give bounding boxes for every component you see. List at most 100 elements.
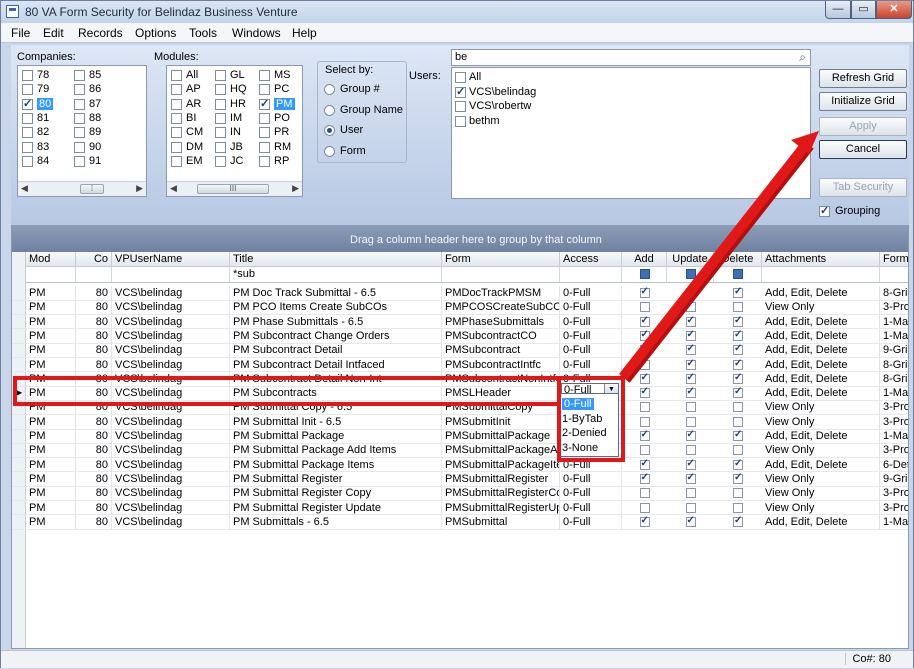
module-checkbox[interactable] bbox=[215, 112, 226, 124]
companies-scrollbar[interactable]: ◀ ⁞ ▶ bbox=[18, 181, 146, 196]
user-checkbox[interactable] bbox=[455, 115, 466, 127]
company-checkbox[interactable] bbox=[22, 155, 33, 167]
cell-mod[interactable]: PM bbox=[26, 328, 76, 343]
menu-options[interactable]: Options bbox=[135, 26, 176, 40]
filter-checkbox-update[interactable] bbox=[685, 269, 696, 279]
filter-cell-title[interactable]: *sub bbox=[230, 267, 442, 283]
column-header-user[interactable]: VPUserName bbox=[112, 252, 230, 267]
cell-mod[interactable]: PM bbox=[26, 429, 76, 443]
cell-attachments[interactable]: View Only bbox=[762, 486, 880, 501]
cell-access[interactable]: 0-Full bbox=[560, 471, 622, 486]
filter-cell-co[interactable] bbox=[76, 267, 112, 283]
cell-user[interactable]: VCS\belindag bbox=[112, 443, 230, 458]
cell-update-checkbox[interactable] bbox=[685, 358, 696, 370]
cell-co[interactable]: 80 bbox=[76, 357, 112, 372]
cell-title[interactable]: PM Submittal Package bbox=[230, 429, 442, 443]
cell-add-checkbox[interactable] bbox=[639, 343, 650, 356]
cell-title[interactable]: PM Subcontract Change Orders bbox=[230, 328, 442, 343]
cell-title[interactable]: PM Submittal Package Items bbox=[230, 457, 442, 472]
module-checkbox[interactable] bbox=[171, 141, 182, 153]
cell-user[interactable]: VCS\belindag bbox=[112, 314, 230, 329]
cell-update-checkbox[interactable] bbox=[685, 472, 696, 484]
filter-cell-access[interactable] bbox=[560, 267, 622, 283]
cell-delete-checkbox[interactable] bbox=[733, 488, 743, 499]
company-checkbox[interactable] bbox=[22, 84, 33, 96]
cell-form-type[interactable]: 1-Main bbox=[880, 315, 908, 329]
select-by-radio[interactable] bbox=[324, 84, 335, 95]
cell-update-checkbox[interactable] bbox=[685, 329, 696, 341]
cell-add-checkbox[interactable] bbox=[639, 286, 650, 298]
module-checkbox[interactable] bbox=[215, 127, 226, 139]
select-by-radio[interactable] bbox=[324, 125, 335, 136]
cell-add-checkbox[interactable] bbox=[639, 429, 650, 441]
cell-user[interactable]: VCS\belindag bbox=[112, 514, 230, 529]
module-checkbox[interactable] bbox=[171, 84, 182, 96]
column-header-mod[interactable]: Mod bbox=[26, 252, 76, 267]
cell-user[interactable]: VCS\belindag bbox=[112, 286, 230, 300]
cell-title[interactable]: PM Doc Track Submittal - 6.5 bbox=[230, 286, 442, 300]
company-checkbox[interactable] bbox=[74, 141, 85, 153]
cell-access[interactable]: 0-Full bbox=[560, 514, 622, 529]
cell-delete-checkbox[interactable] bbox=[733, 329, 743, 341]
column-header-delete[interactable]: Delete bbox=[714, 252, 762, 267]
users-list[interactable]: All VCS\belindag VCS\robertw bethm bbox=[451, 67, 811, 199]
column-header-add[interactable]: Add bbox=[622, 252, 667, 267]
initialize-grid-button[interactable]: Initialize Grid bbox=[819, 92, 907, 111]
cell-attachments[interactable]: View Only bbox=[762, 300, 880, 315]
cell-add-checkbox[interactable] bbox=[639, 386, 650, 399]
cell-access[interactable]: 0-Full bbox=[560, 300, 622, 315]
cell-user[interactable]: VCS\belindag bbox=[112, 500, 230, 515]
cell-form[interactable]: PMSubmittal bbox=[442, 514, 560, 529]
module-checkbox[interactable] bbox=[259, 127, 270, 139]
cell-form[interactable]: PMSubcontract bbox=[442, 343, 560, 358]
cell-co[interactable]: 80 bbox=[76, 457, 112, 472]
select-by-radio[interactable] bbox=[324, 145, 335, 157]
cell-add-checkbox[interactable] bbox=[639, 488, 650, 499]
filter-cell-form2[interactable] bbox=[880, 267, 908, 283]
cell-title[interactable]: PM Submittal Register Update bbox=[230, 500, 442, 515]
module-checkbox[interactable] bbox=[259, 141, 270, 153]
module-checkbox[interactable] bbox=[171, 127, 182, 139]
module-checkbox[interactable] bbox=[171, 70, 182, 81]
cell-update-checkbox[interactable] bbox=[685, 488, 696, 499]
cancel-button[interactable]: Cancel bbox=[819, 140, 907, 159]
cell-update-checkbox[interactable] bbox=[685, 502, 696, 513]
cell-update-checkbox[interactable] bbox=[685, 286, 696, 298]
cell-form-type[interactable]: 8-Grid bbox=[880, 286, 908, 300]
cell-update-checkbox[interactable] bbox=[685, 429, 696, 441]
cell-delete-checkbox[interactable] bbox=[733, 416, 743, 427]
cell-attachments[interactable]: Add, Edit, Delete bbox=[762, 328, 880, 343]
module-checkbox[interactable] bbox=[215, 155, 226, 167]
cell-form-type[interactable]: 3-Proc bbox=[880, 415, 908, 429]
cell-co[interactable]: 80 bbox=[76, 514, 112, 529]
cell-access[interactable]: 0-Full bbox=[560, 286, 622, 300]
minimize-button[interactable]: — bbox=[825, 1, 851, 19]
cell-co[interactable]: 80 bbox=[76, 443, 112, 458]
module-checkbox[interactable] bbox=[215, 84, 226, 96]
scroll-right-icon[interactable]: ▶ bbox=[292, 183, 299, 194]
cell-attachments[interactable]: View Only bbox=[762, 443, 880, 458]
cell-form[interactable]: PMPhaseSubmittals bbox=[442, 314, 560, 329]
users-search-input[interactable]: be ⌕ bbox=[451, 49, 811, 66]
cell-form[interactable]: PMSubmittalRegister bbox=[442, 471, 560, 486]
module-checkbox[interactable] bbox=[171, 155, 182, 167]
module-checkbox[interactable] bbox=[259, 97, 270, 110]
cell-co[interactable]: 80 bbox=[76, 343, 112, 358]
cell-delete-checkbox[interactable] bbox=[733, 429, 743, 441]
cell-mod[interactable]: PM bbox=[26, 457, 76, 472]
company-checkbox[interactable] bbox=[22, 127, 33, 139]
cell-mod[interactable]: PM bbox=[26, 343, 76, 358]
companies-list[interactable]: ◀ ⁞ ▶ 78 798081 828384 85 868788 899091 bbox=[17, 65, 147, 197]
cell-attachments[interactable]: Add, Edit, Delete bbox=[762, 429, 880, 443]
cell-add-checkbox[interactable] bbox=[639, 472, 650, 484]
cell-form-type[interactable]: 3-Proc bbox=[880, 501, 908, 515]
cell-user[interactable]: VCS\belindag bbox=[112, 357, 230, 372]
grouping-checkbox[interactable] bbox=[819, 204, 830, 217]
cell-add-checkbox[interactable] bbox=[639, 416, 650, 427]
cell-form-type[interactable]: 9-Grid bbox=[880, 472, 908, 486]
module-checkbox[interactable] bbox=[259, 70, 270, 81]
cell-update-checkbox[interactable] bbox=[685, 515, 696, 527]
apply-button[interactable]: Apply bbox=[819, 117, 907, 136]
cell-attachments[interactable]: Add, Edit, Delete bbox=[762, 343, 880, 358]
cell-update-checkbox[interactable] bbox=[685, 302, 696, 313]
